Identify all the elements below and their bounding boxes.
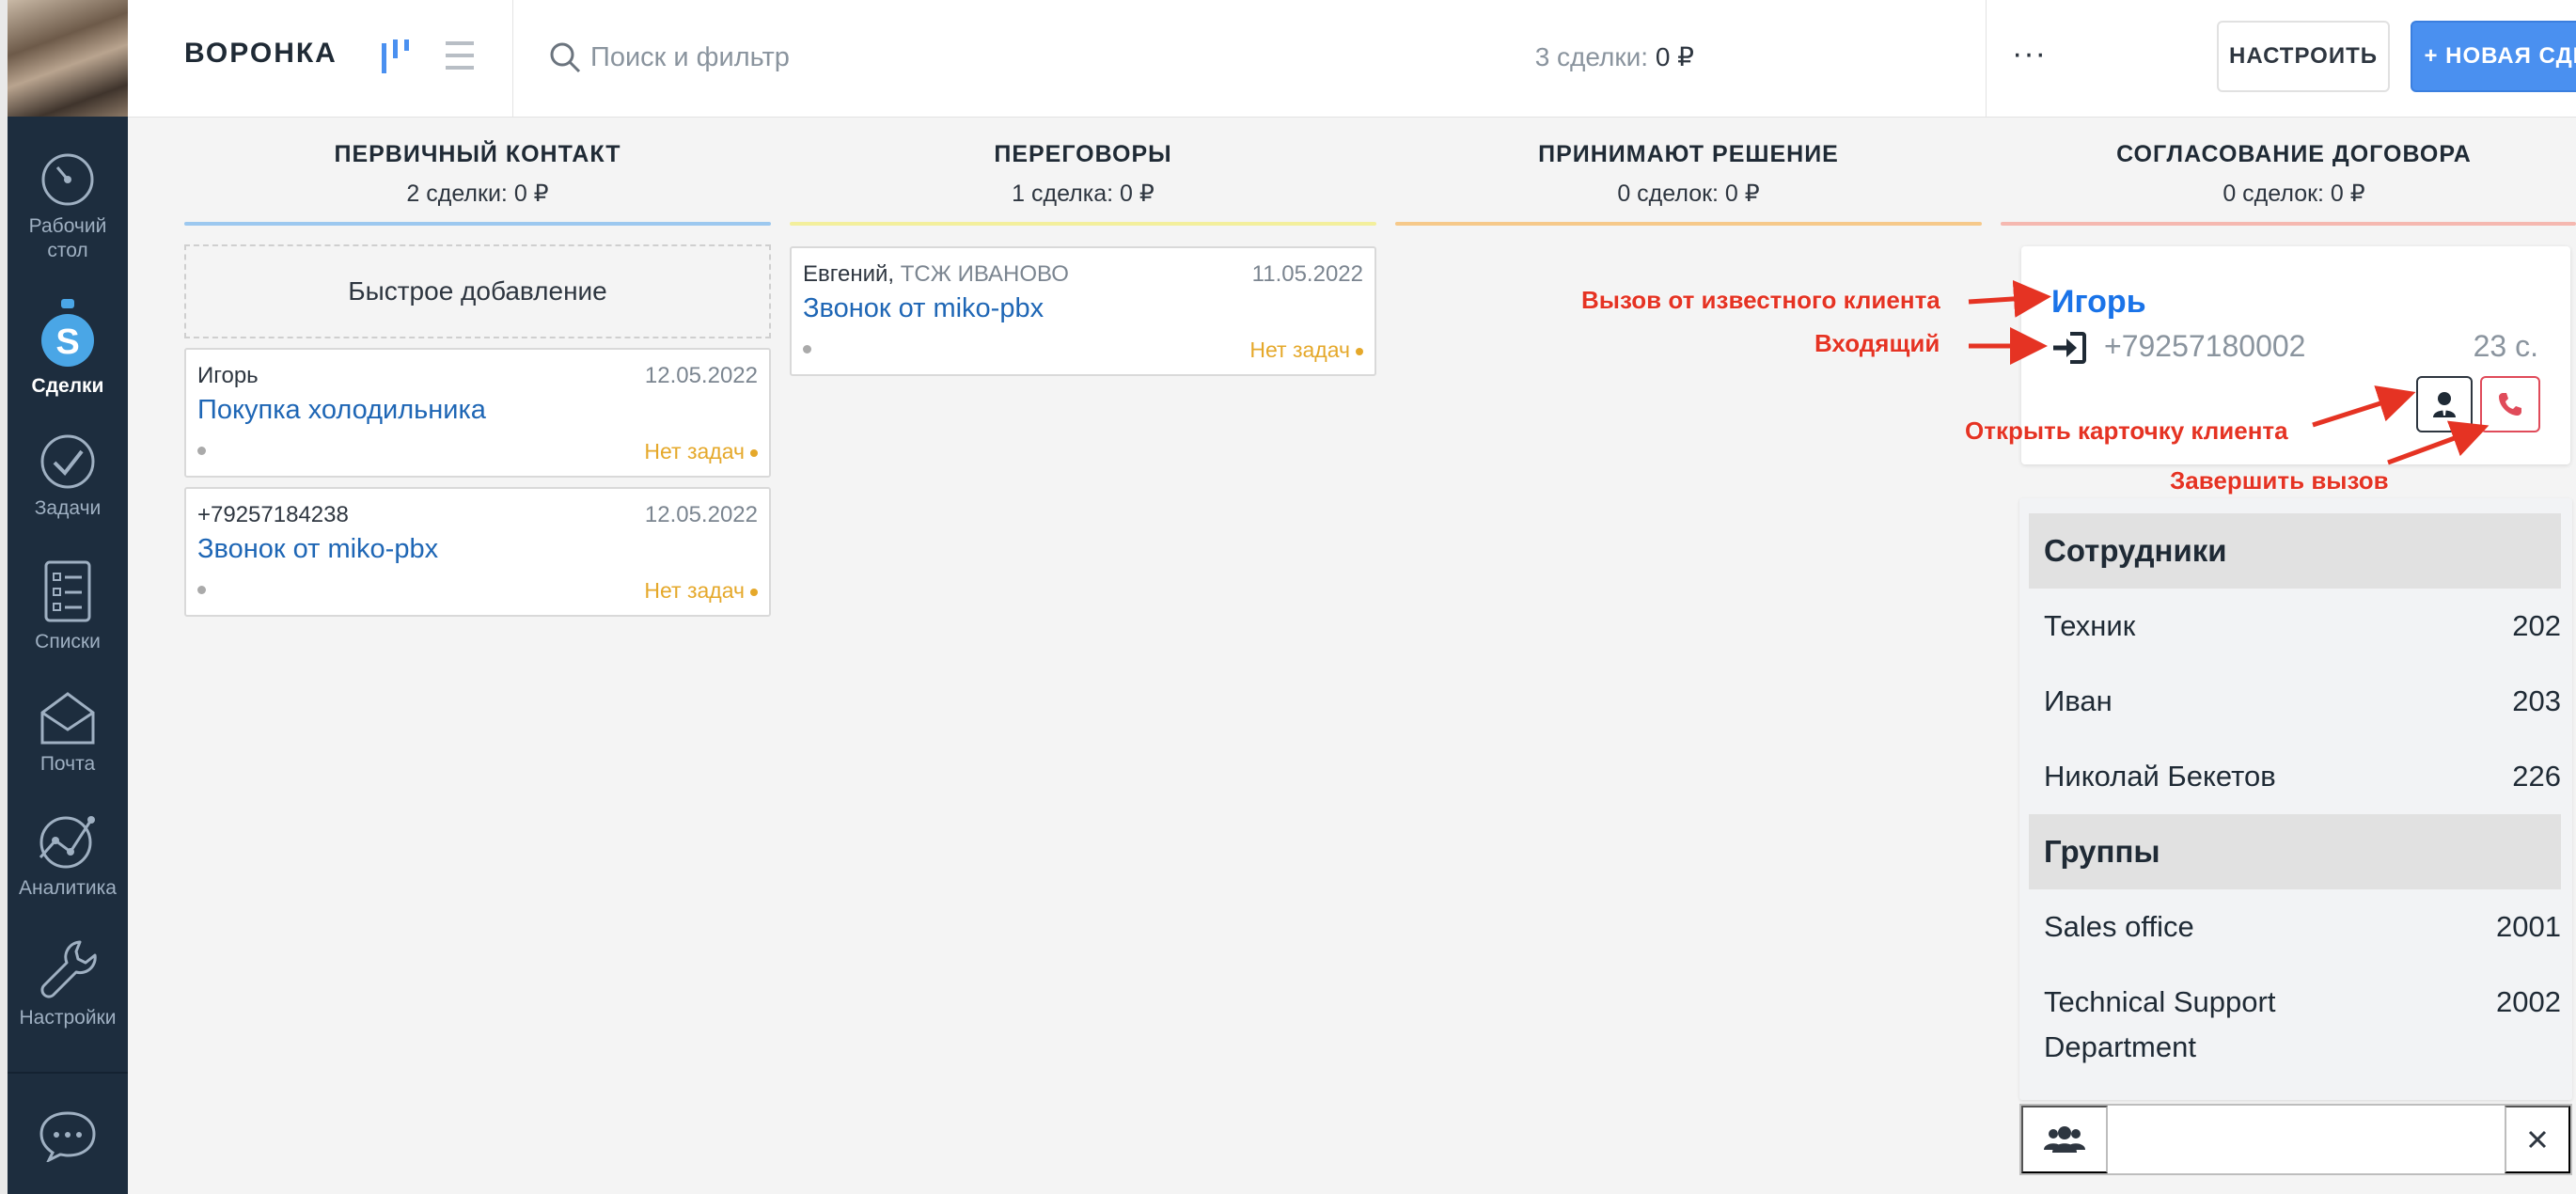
arrow-to-client-card-button	[2312, 385, 2416, 428]
arrow-to-end-call-button	[2387, 420, 2490, 465]
annotation-arrows	[1968, 279, 2490, 465]
arrow-to-caller-name	[1968, 279, 2051, 318]
